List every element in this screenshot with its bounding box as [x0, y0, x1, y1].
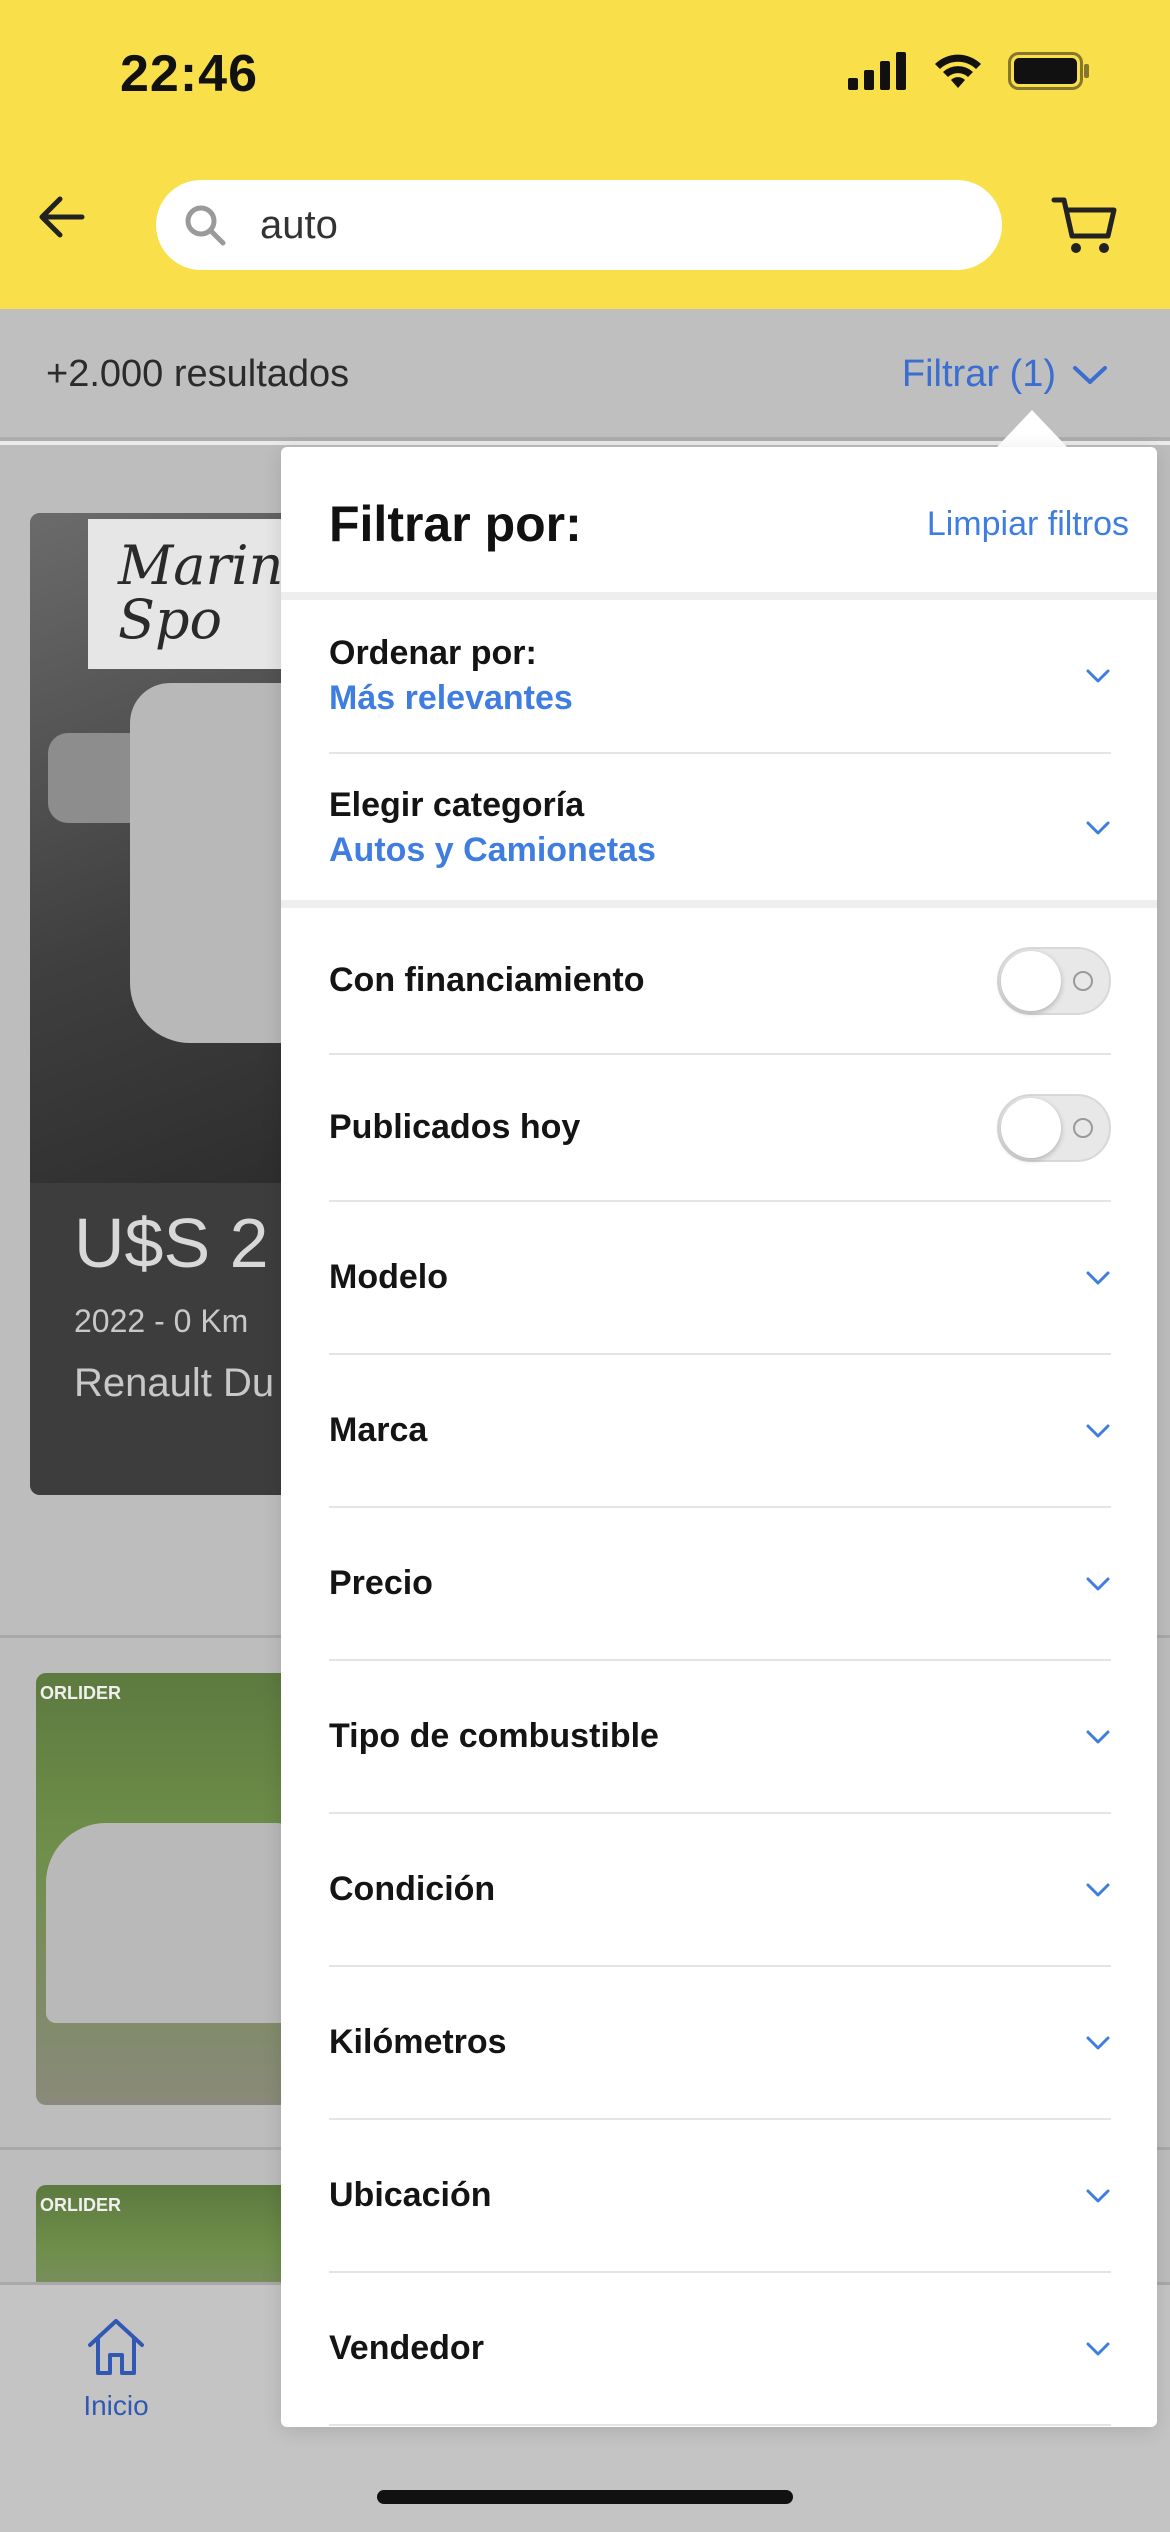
chevron-down-icon: [1086, 1577, 1110, 1590]
category-label: Elegir categoría: [329, 786, 585, 824]
wifi-icon: [935, 54, 981, 88]
published-today-toggle[interactable]: [997, 1093, 1111, 1162]
filter-panel-header: Filtrar por: Limpiar filtros: [329, 495, 1129, 553]
chevron-down-icon: [1086, 2189, 1110, 2202]
car-shape: [46, 1823, 298, 2023]
financing-toggle[interactable]: [997, 946, 1111, 1015]
filter-button-label: Filtrar (1): [901, 353, 1056, 395]
signal-icon: [848, 52, 906, 90]
chevron-down-icon: [1086, 2342, 1110, 2355]
search-icon: [185, 205, 226, 246]
filter-row-label: Kilómetros: [329, 2023, 507, 2061]
toggle-knob: [1001, 950, 1061, 1011]
filter-row-kilometros[interactable]: Kilómetros: [329, 1967, 1111, 2120]
category-value: Autos y Camionetas: [329, 831, 656, 869]
home-indicator: [377, 2490, 793, 2504]
toggle-off-indicator: [1073, 1117, 1093, 1138]
toggle-label: Publicados hoy: [329, 1108, 581, 1146]
toggle-row-published-today: Publicados hoy: [329, 1055, 1111, 1202]
filter-row-label: Ubicación: [329, 2176, 492, 2214]
filter-row-vendedor[interactable]: Vendedor: [329, 2273, 1111, 2426]
divider: [281, 900, 1157, 908]
listing-year-km: 2022 - 0 Km: [74, 1303, 249, 1339]
category-selector[interactable]: Elegir categoría Autos y Camionetas: [329, 754, 1111, 902]
toggle-knob: [1001, 1097, 1061, 1158]
listing-model: Renault Du: [74, 1361, 275, 1405]
status-time: 22:46: [120, 45, 258, 103]
chevron-down-icon: [1073, 365, 1107, 384]
chevron-down-icon: [1086, 821, 1110, 835]
chevron-down-icon: [1086, 669, 1110, 683]
top-bar: 22:46 auto: [0, 0, 1170, 309]
chevron-down-icon: [1086, 1271, 1110, 1284]
panel-caret: [996, 410, 1068, 448]
home-icon: [88, 2319, 144, 2375]
toggle-off-indicator: [1073, 970, 1093, 991]
filter-row-label: Condición: [329, 1870, 496, 1908]
filter-row-label: Modelo: [329, 1258, 448, 1296]
thumbnail-watermark: ORLIDER: [40, 1683, 121, 1703]
chevron-down-icon: [1086, 1424, 1110, 1437]
filter-row-marca[interactable]: Marca: [329, 1355, 1111, 1508]
filter-row-combustible[interactable]: Tipo de combustible: [329, 1661, 1111, 1814]
filter-row-precio[interactable]: Precio: [329, 1508, 1111, 1661]
search-input[interactable]: auto: [156, 180, 1002, 270]
back-arrow-icon[interactable]: [32, 185, 96, 249]
filter-row-ubicacion[interactable]: Ubicación: [329, 2120, 1111, 2273]
filter-row-modelo[interactable]: Modelo: [329, 1202, 1111, 1355]
filter-panel-title: Filtrar por:: [329, 496, 582, 552]
search-query: auto: [260, 202, 338, 247]
sort-label: Ordenar por:: [329, 634, 537, 672]
filter-row-label: Precio: [329, 1564, 433, 1602]
nav-home-label: Inicio: [83, 2390, 149, 2421]
filter-panel: Filtrar por: Limpiar filtros Ordenar por…: [281, 447, 1157, 2427]
filter-row-label: Vendedor: [329, 2329, 484, 2367]
listing-price: U$S 2: [74, 1204, 269, 1282]
results-bar: +2.000 resultados Filtrar (1): [0, 309, 1170, 441]
chevron-down-icon: [1086, 1883, 1110, 1896]
dealer-logo: Marin Spo: [88, 519, 310, 669]
divider: [281, 592, 1157, 600]
filter-row-label: Tipo de combustible: [329, 1717, 659, 1755]
filter-row-label: Marca: [329, 1411, 428, 1449]
sort-selector[interactable]: Ordenar por: Más relevantes: [329, 600, 1111, 754]
thumbnail-watermark: ORLIDER: [40, 2195, 121, 2215]
toggle-row-financing: Con financiamiento: [329, 908, 1111, 1055]
clear-filters-link[interactable]: Limpiar filtros: [927, 505, 1129, 544]
sort-value: Más relevantes: [329, 679, 573, 717]
cart-icon[interactable]: [1050, 190, 1120, 260]
nav-item-home[interactable]: Inicio: [76, 2315, 156, 2422]
chevron-down-icon: [1086, 2036, 1110, 2049]
toggle-label: Con financiamiento: [329, 961, 645, 999]
listing-thumbnail[interactable]: ORLIDER: [36, 1673, 298, 2105]
battery-icon: [1008, 52, 1089, 90]
status-icons: [848, 52, 1090, 90]
chevron-down-icon: [1086, 1730, 1110, 1743]
listing-card[interactable]: Marin Spo U$S 2 2022 - 0 Km Renault Du: [30, 513, 310, 1495]
filter-button[interactable]: Filtrar (1): [902, 353, 1108, 396]
filter-row-condicion[interactable]: Condición: [329, 1814, 1111, 1967]
results-count: +2.000 resultados: [46, 353, 350, 395]
